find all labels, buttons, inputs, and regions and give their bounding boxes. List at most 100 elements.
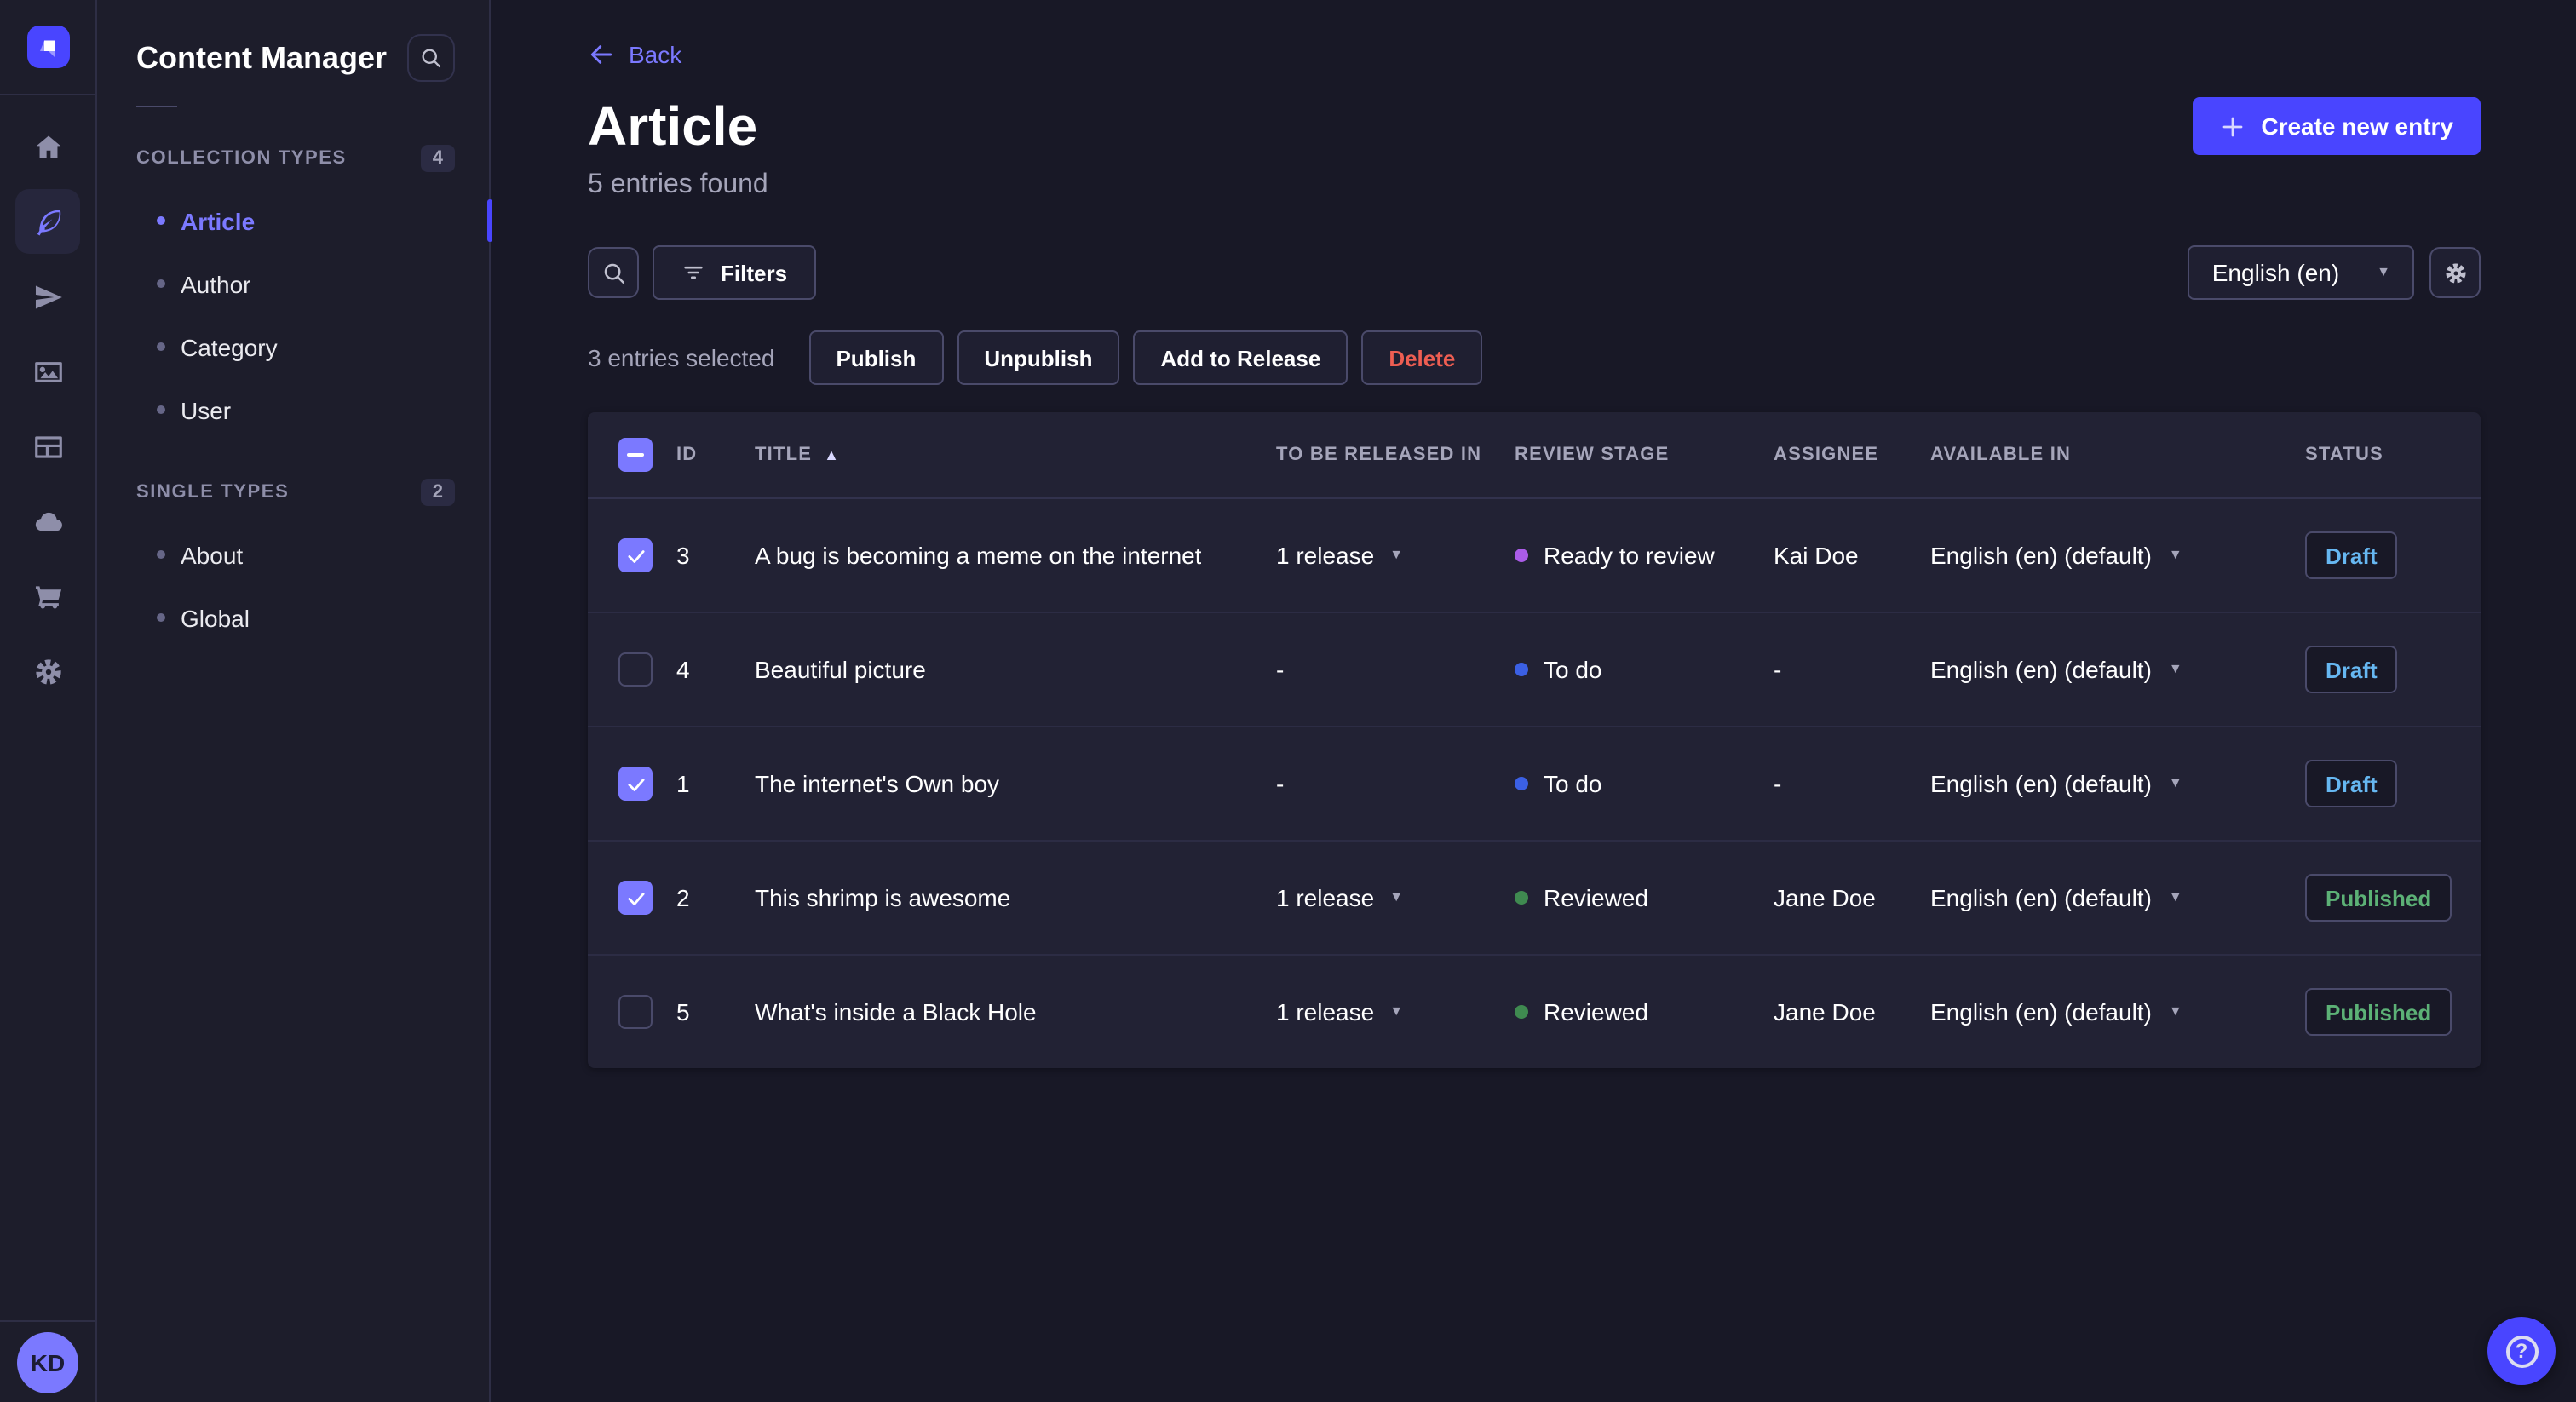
- table-row[interactable]: 1 The internet's Own boy - To do - Engli…: [588, 727, 2481, 842]
- row-available-in[interactable]: English (en) (default) ▼: [1930, 542, 2305, 569]
- help-button[interactable]: ?: [2487, 1317, 2556, 1385]
- available-locale-label: English (en) (default): [1930, 542, 2152, 569]
- search-button[interactable]: [588, 247, 639, 298]
- row-assignee: -: [1774, 656, 1782, 683]
- create-new-entry-button[interactable]: Create new entry: [2193, 97, 2481, 155]
- stage-dot-icon: [1515, 1005, 1528, 1019]
- content-manager-feather-icon[interactable]: [0, 184, 95, 259]
- row-title: A bug is becoming a meme on the internet: [755, 542, 1202, 569]
- available-locale-label: English (en) (default): [1930, 884, 2152, 911]
- section-count-badge: 2: [420, 479, 455, 506]
- row-title: Beautiful picture: [755, 656, 926, 683]
- cloud-icon[interactable]: [0, 484, 95, 559]
- row-id: 5: [676, 998, 690, 1026]
- row-checkbox[interactable]: [618, 995, 653, 1029]
- row-id: 4: [676, 656, 690, 683]
- row-available-in[interactable]: English (en) (default) ▼: [1930, 656, 2305, 683]
- strapi-logo[interactable]: [0, 0, 95, 95]
- add-to-release-button[interactable]: Add to Release: [1133, 330, 1348, 385]
- user-avatar[interactable]: KD: [17, 1332, 78, 1393]
- status-badge: Published: [2305, 988, 2452, 1036]
- row-checkbox[interactable]: [618, 881, 653, 915]
- row-available-in[interactable]: English (en) (default) ▼: [1930, 770, 2305, 797]
- subnav-section: SINGLE TYPES 2 About Global: [95, 479, 489, 649]
- media-library-icon[interactable]: [0, 334, 95, 409]
- home-icon[interactable]: [0, 109, 95, 184]
- entries-table: ID TITLE ▲ TO BE RELEASED IN REVIEW STAGE…: [588, 412, 2481, 1068]
- table-row[interactable]: 2 This shrimp is awesome 1 release ▼ Revi…: [588, 842, 2481, 956]
- row-id: 3: [676, 542, 690, 569]
- stage-label: Reviewed: [1544, 884, 1648, 911]
- row-review-stage: To do: [1515, 656, 1774, 683]
- bullet-icon: [157, 613, 165, 622]
- stage-dot-icon: [1515, 549, 1528, 562]
- column-header-available-in[interactable]: AVAILABLE IN: [1930, 445, 2305, 465]
- subnav-item-global[interactable]: Global: [95, 586, 489, 649]
- table-body: 3 A bug is becoming a meme on the intern…: [588, 499, 2481, 1068]
- chevron-down-icon: ▼: [2168, 889, 2182, 905]
- chevron-down-icon: ▼: [2168, 1003, 2182, 1019]
- row-checkbox[interactable]: [618, 767, 653, 801]
- locale-select[interactable]: English (en) ▼: [2188, 245, 2414, 300]
- column-header-assignee[interactable]: ASSIGNEE: [1774, 445, 1930, 465]
- subnav-item-label: Global: [181, 604, 250, 631]
- row-release[interactable]: 1 release ▼: [1276, 542, 1515, 569]
- search-icon: [603, 262, 624, 283]
- row-review-stage: To do: [1515, 770, 1774, 797]
- subnav-item-category[interactable]: Category: [95, 315, 489, 378]
- bullet-icon: [157, 405, 165, 414]
- releases-plane-icon[interactable]: [0, 259, 95, 334]
- locale-value: English (en): [2211, 259, 2340, 286]
- bullet-icon: [157, 342, 165, 351]
- row-release[interactable]: 1 release ▼: [1276, 998, 1515, 1026]
- content-manager-subnav: Content Manager COLLECTION TYPES 4 Article…: [95, 0, 492, 1402]
- column-header-to-be-released-in[interactable]: TO BE RELEASED IN: [1276, 445, 1515, 465]
- content-type-builder-icon[interactable]: [0, 409, 95, 484]
- table-row[interactable]: 4 Beautiful picture - To do - English (e…: [588, 613, 2481, 727]
- settings-gear-icon[interactable]: [0, 634, 95, 709]
- bullet-icon: [157, 550, 165, 559]
- stage-dot-icon: [1515, 777, 1528, 790]
- subnav-item-label: Category: [181, 333, 278, 360]
- row-assignee: Kai Doe: [1774, 542, 1859, 569]
- unpublish-button[interactable]: Unpublish: [957, 330, 1120, 385]
- delete-button[interactable]: Delete: [1361, 330, 1483, 385]
- table-row[interactable]: 5 What's inside a Black Hole 1 release ▼ …: [588, 956, 2481, 1068]
- subnav-search-button[interactable]: [407, 34, 455, 82]
- selected-count-text: 3 entries selected: [588, 344, 775, 371]
- stage-dot-icon: [1515, 891, 1528, 905]
- page-title: Article: [588, 95, 758, 157]
- table-row[interactable]: 3 A bug is becoming a meme on the intern…: [588, 499, 2481, 613]
- subnav-item-label: Author: [181, 270, 251, 297]
- row-available-in[interactable]: English (en) (default) ▼: [1930, 998, 2305, 1026]
- column-header-status[interactable]: STATUS: [2305, 445, 2450, 465]
- column-header-title[interactable]: TITLE ▲: [755, 445, 1276, 465]
- status-badge: Draft: [2305, 760, 2398, 807]
- marketplace-cart-icon[interactable]: [0, 559, 95, 634]
- row-id: 2: [676, 884, 690, 911]
- select-all-checkbox[interactable]: [618, 438, 653, 472]
- subnav-item-author[interactable]: Author: [95, 252, 489, 315]
- chevron-down-icon: ▼: [1389, 889, 1404, 905]
- stage-dot-icon: [1515, 663, 1528, 676]
- available-locale-label: English (en) (default): [1930, 656, 2152, 683]
- subnav-item-user[interactable]: User: [95, 378, 489, 441]
- subnav-item-article[interactable]: Article: [95, 189, 492, 252]
- back-link[interactable]: Back: [588, 41, 681, 68]
- row-checkbox[interactable]: [618, 652, 653, 687]
- filters-button[interactable]: Filters: [653, 245, 817, 300]
- row-checkbox[interactable]: [618, 538, 653, 572]
- view-settings-button[interactable]: [2429, 247, 2481, 298]
- column-header-review-stage[interactable]: REVIEW STAGE: [1515, 445, 1774, 465]
- column-header-id[interactable]: ID: [676, 445, 755, 465]
- stage-label: Ready to review: [1544, 542, 1715, 569]
- strapi-admin: KD Content Manager COLLECTION TYPES 4 Arti…: [0, 0, 2576, 1402]
- row-title: The internet's Own boy: [755, 770, 1000, 797]
- publish-button[interactable]: Publish: [808, 330, 944, 385]
- row-available-in[interactable]: English (en) (default) ▼: [1930, 884, 2305, 911]
- row-release[interactable]: 1 release ▼: [1276, 884, 1515, 911]
- chevron-down-icon: ▼: [2168, 661, 2182, 676]
- subnav-item-about[interactable]: About: [95, 523, 489, 586]
- table-header-row: ID TITLE ▲ TO BE RELEASED IN REVIEW STAGE…: [588, 412, 2481, 499]
- chevron-down-icon: ▼: [2377, 264, 2390, 279]
